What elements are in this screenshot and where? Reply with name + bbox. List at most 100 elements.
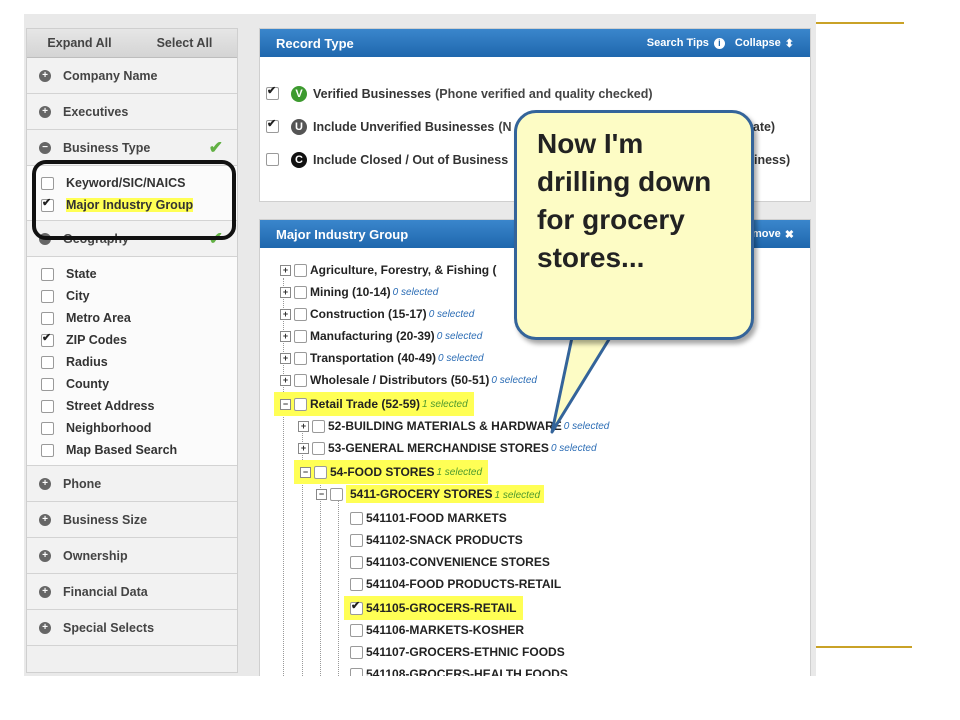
sidebar-item-label: Phone [63, 476, 102, 491]
annotation-circle [32, 160, 236, 240]
checkbox-checked[interactable] [266, 117, 279, 133]
checkbox[interactable] [350, 511, 363, 525]
option-map-based-search[interactable]: Map Based Search [41, 439, 237, 461]
checkbox[interactable] [294, 373, 307, 387]
sidebar-item-phone[interactable]: + Phone [27, 466, 237, 502]
option-label: Map Based Search [66, 443, 178, 457]
expand-plus-icon: + [39, 549, 51, 562]
expand-icon[interactable]: + [298, 442, 309, 454]
tree-item[interactable]: 541102-SNACK PRODUCTS [350, 530, 523, 550]
tree-item[interactable]: 541104-FOOD PRODUCTS-RETAIL [350, 574, 561, 594]
option-street-address[interactable]: Street Address [41, 395, 237, 417]
tree-item-label: 541104-FOOD PRODUCTS-RETAIL [366, 577, 562, 591]
checkbox[interactable] [41, 267, 54, 281]
option-zip-codes[interactable]: ZIP Codes [41, 329, 237, 351]
checkbox[interactable] [41, 421, 54, 435]
checkbox[interactable] [41, 399, 54, 413]
checkbox[interactable] [294, 329, 307, 343]
tree-item[interactable]: 541106-MARKETS-KOSHER [350, 620, 524, 640]
expand-icon[interactable]: + [280, 330, 291, 342]
tree-item-retail-trade[interactable]: − Retail Trade (52-59) 1 selected [274, 392, 474, 416]
sidebar-item-financial-data[interactable]: + Financial Data [27, 574, 237, 610]
checkbox[interactable] [294, 397, 307, 411]
expand-icon[interactable]: + [298, 420, 309, 432]
option-state[interactable]: State [41, 263, 237, 285]
checkbox[interactable] [41, 311, 54, 325]
option-label: Neighborhood [66, 421, 152, 435]
checkbox[interactable] [330, 487, 343, 501]
tree-item[interactable]: + Construction (15-17) 0 selected [280, 304, 474, 324]
checkbox[interactable] [312, 419, 325, 433]
option-neighborhood[interactable]: Neighborhood [41, 417, 237, 439]
tree-item[interactable]: + Manufacturing (20-39) 0 selected [280, 326, 482, 346]
checkbox[interactable] [41, 289, 54, 303]
checkbox[interactable] [294, 263, 307, 277]
tree-item[interactable]: + Transportation (40-49) 0 selected [280, 348, 484, 368]
tree-item[interactable]: 541101-FOOD MARKETS [350, 508, 507, 528]
sidebar-item-executives[interactable]: + Executives [27, 94, 237, 130]
record-type-header: Record Type Search Tips i Collapse ⬍ [260, 29, 810, 57]
expand-icon[interactable]: + [280, 308, 291, 320]
collapse-link[interactable]: Collapse [735, 37, 781, 49]
checkbox[interactable] [294, 307, 307, 321]
checkbox-checked[interactable] [266, 84, 279, 100]
record-type-verified[interactable]: V Verified Businesses (Phone verified an… [260, 77, 810, 110]
sidebar-item-company-name[interactable]: + Company Name [27, 58, 237, 94]
checkbox[interactable] [41, 443, 54, 457]
option-metro-area[interactable]: Metro Area [41, 307, 237, 329]
record-type-label: Include Closed / Out of Business [313, 152, 509, 167]
close-icon[interactable]: ✖ [785, 228, 794, 241]
tree-item-label: 5411-GROCERY STORES [350, 487, 493, 501]
decorative-bottom-line [816, 646, 912, 648]
checkbox[interactable] [41, 377, 54, 391]
select-all-button[interactable]: Select All [132, 29, 237, 57]
tree-item-grocers-retail[interactable]: 541105-GROCERS-RETAIL [344, 596, 523, 620]
sidebar-toolbar: Expand All Select All [27, 29, 237, 58]
tree-item[interactable]: 541107-GROCERS-ETHNIC FOODS [350, 642, 565, 662]
tree-item[interactable]: + Agriculture, Forestry, & Fishing ( [280, 260, 498, 280]
sidebar-item-ownership[interactable]: + Ownership [27, 538, 237, 574]
selected-count: 0 selected [550, 442, 597, 454]
tree-item-grocery-stores[interactable]: − 5411-GROCERY STORES 1 selected [316, 484, 545, 504]
expand-all-button[interactable]: Expand All [27, 29, 132, 57]
checkbox[interactable] [312, 441, 325, 455]
expand-icon[interactable]: + [280, 286, 291, 298]
tree-item-label: Retail Trade (52-59) [310, 397, 421, 411]
tree-item-label: Mining (10-14) [310, 285, 391, 299]
option-city[interactable]: City [41, 285, 237, 307]
info-icon[interactable]: i [713, 37, 725, 49]
checkbox[interactable] [41, 355, 54, 369]
tree-item-label: 52-BUILDING MATERIALS & HARDWARE [328, 419, 562, 433]
checkbox[interactable] [350, 667, 363, 676]
checkbox[interactable] [350, 533, 363, 547]
checkbox[interactable] [294, 285, 307, 299]
checkbox-checked[interactable] [41, 331, 54, 347]
remove-link[interactable]: move [752, 228, 781, 240]
tree-item[interactable]: +53-GENERAL MERCHANDISE STORES 0 selected [298, 438, 597, 458]
tree-item[interactable]: 541108-GROCERS-HEALTH FOODS [350, 664, 568, 676]
checkbox[interactable] [294, 351, 307, 365]
tree-item-food-stores[interactable]: − 54-FOOD STORES 1 selected [294, 460, 489, 484]
expand-icon[interactable]: + [280, 352, 291, 364]
expand-icon[interactable]: + [280, 374, 291, 386]
checkbox[interactable] [350, 645, 363, 659]
checkbox[interactable] [350, 555, 363, 569]
sidebar-item-special-selects[interactable]: + Special Selects [27, 610, 237, 646]
record-type-note: (N [498, 119, 512, 134]
tree-item[interactable]: + Mining (10-14) 0 selected [280, 282, 438, 302]
checkbox[interactable] [314, 465, 327, 479]
search-tips-link[interactable]: Search Tips [647, 37, 709, 49]
tree-item[interactable]: + Wholesale / Distributors (50-51) 0 selec… [280, 370, 537, 390]
checkbox[interactable] [266, 153, 279, 166]
sidebar-item-business-size[interactable]: + Business Size [27, 502, 237, 538]
expand-icon[interactable]: + [280, 264, 291, 276]
collapse-icon[interactable]: − [280, 398, 291, 410]
checkbox[interactable] [350, 577, 363, 591]
option-radius[interactable]: Radius [41, 351, 237, 373]
checkbox-checked[interactable] [350, 599, 363, 615]
tree-item[interactable]: 541103-CONVENIENCE STORES [350, 552, 550, 572]
collapse-icon[interactable]: − [300, 466, 311, 478]
option-county[interactable]: County [41, 373, 237, 395]
collapse-icon[interactable]: − [316, 488, 327, 500]
checkbox[interactable] [350, 623, 363, 637]
